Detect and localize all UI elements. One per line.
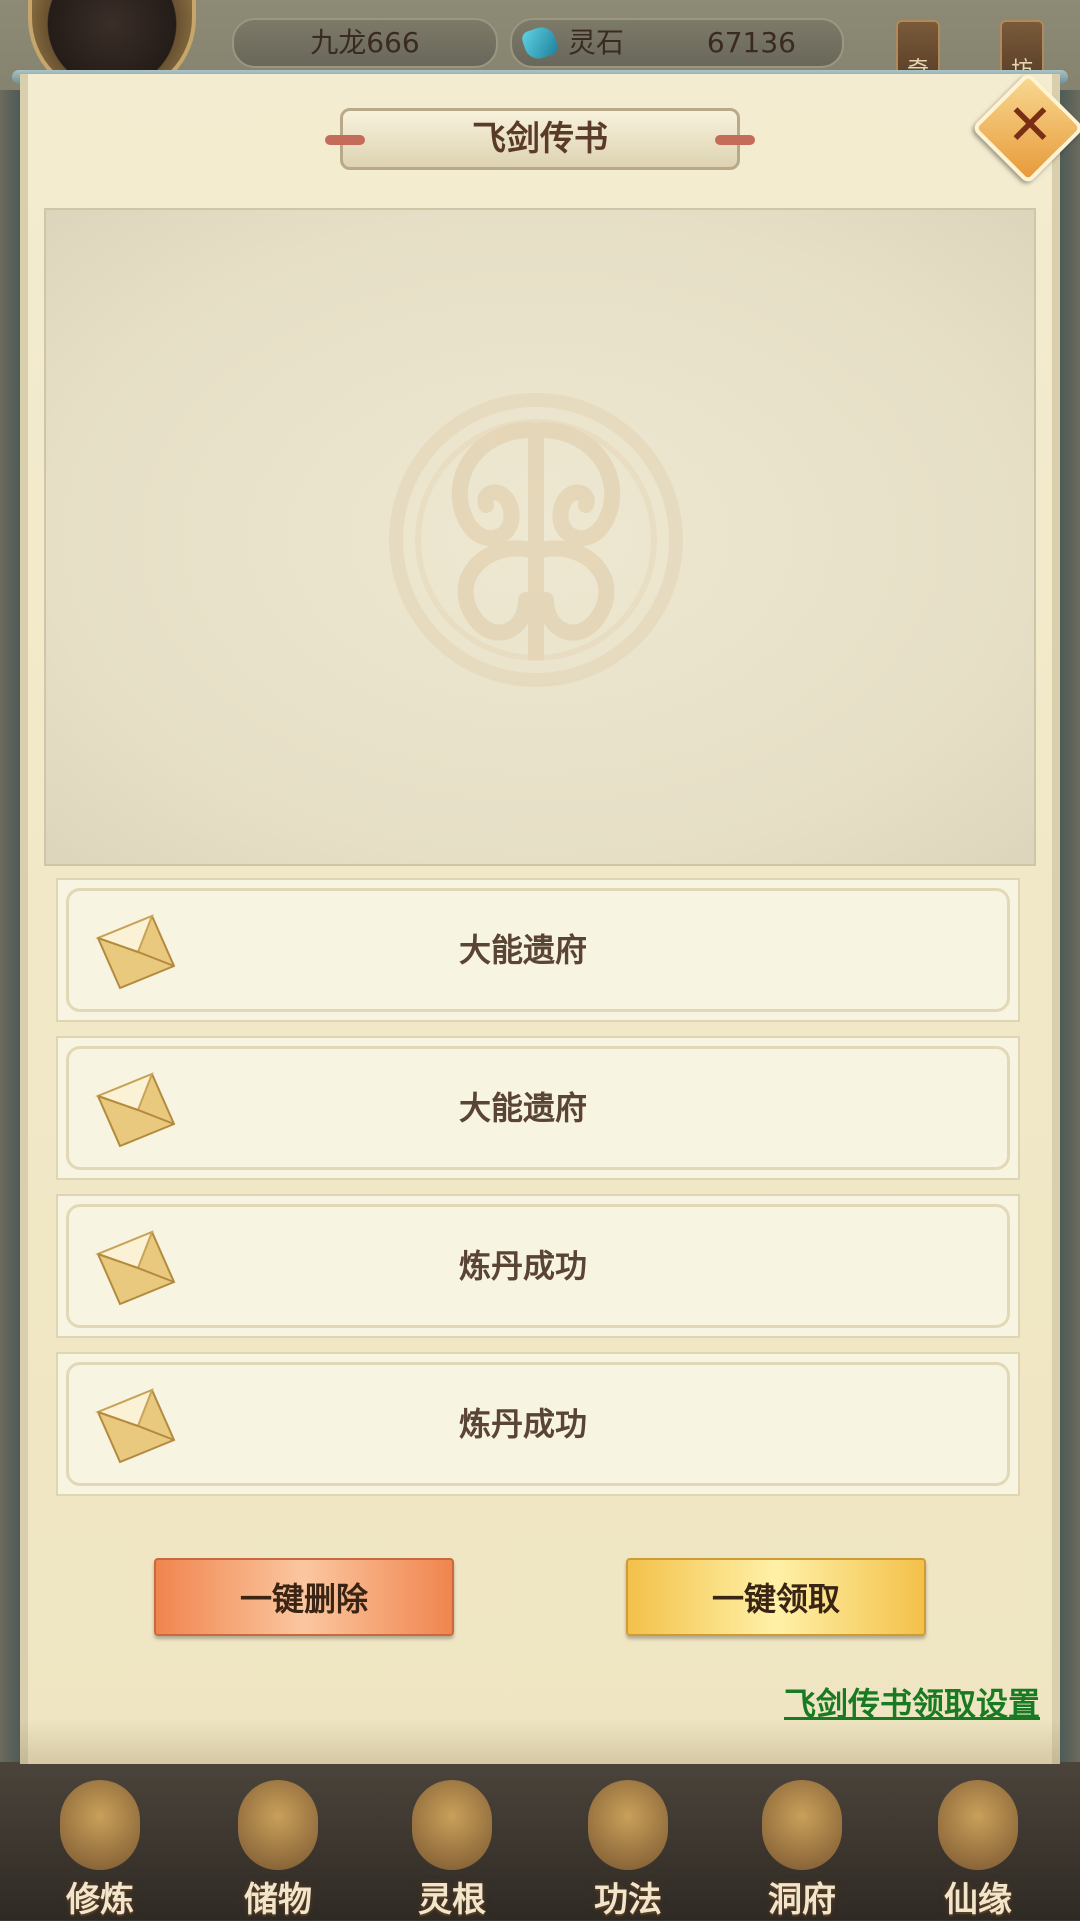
spirit-stone-icon [520, 23, 560, 63]
nav-label: 仙缘 [944, 1880, 1012, 1920]
pavilion-icon [762, 1780, 842, 1870]
nav-item-cave[interactable]: 洞府 [722, 1762, 882, 1920]
scene-right-edge [1058, 90, 1080, 1770]
mail-item[interactable]: 大能遗府 [56, 1036, 1020, 1180]
book-icon [588, 1780, 668, 1870]
nav-item-fate[interactable]: 仙缘 [898, 1762, 1058, 1920]
nav-item-techniques[interactable]: 功法 [548, 1762, 708, 1920]
mail-item[interactable]: 炼丹成功 [56, 1194, 1020, 1338]
spirit-root-icon [412, 1780, 492, 1870]
nav-item-storage[interactable]: 储物 [198, 1762, 358, 1920]
nav-label: 功法 [594, 1880, 662, 1920]
top-bar: 九龙666 灵石 67136 奇 坊 [0, 0, 1080, 100]
close-x-icon[interactable]: ✕ [998, 94, 1062, 158]
cultivator-icon [60, 1780, 140, 1870]
nav-item-spirit-root[interactable]: 灵根 [372, 1762, 532, 1920]
dialog-title-plate: 飞剑传书 [325, 108, 755, 170]
delete-all-button[interactable]: 一键删除 [154, 1558, 454, 1636]
mail-title: 炼丹成功 [458, 1247, 587, 1285]
mail-item[interactable]: 大能遗府 [56, 878, 1020, 1022]
nav-item-cultivate[interactable]: 修炼 [20, 1762, 180, 1920]
claim-settings-link[interactable]: 飞剑传书领取设置 [700, 1680, 1040, 1728]
nav-label: 灵根 [418, 1880, 486, 1920]
scene-left-edge [0, 90, 22, 1770]
cloud-emblem-icon [389, 393, 683, 687]
mail-item[interactable]: 炼丹成功 [56, 1352, 1020, 1496]
currency-value: 67136 [706, 26, 796, 59]
mail-preview-area [44, 208, 1036, 866]
nav-label: 洞府 [768, 1880, 836, 1920]
mail-title: 大能遗府 [458, 1089, 587, 1127]
bag-icon [238, 1780, 318, 1870]
mail-title: 大能遗府 [458, 931, 587, 969]
nav-label: 储物 [244, 1880, 312, 1920]
currency-pill: 灵石 67136 [510, 18, 844, 68]
claim-all-button[interactable]: 一键领取 [626, 1558, 926, 1636]
bottom-nav: 修炼 储物 灵根 功法 洞府 仙缘 [0, 1762, 1080, 1920]
gourd-icon [938, 1780, 1018, 1870]
nav-label: 修炼 [66, 1880, 134, 1920]
player-name: 九龙666 [232, 18, 498, 68]
dialog-title: 飞剑传书 [472, 119, 608, 159]
mail-title: 炼丹成功 [458, 1405, 587, 1443]
currency-label: 灵石 [568, 26, 625, 59]
